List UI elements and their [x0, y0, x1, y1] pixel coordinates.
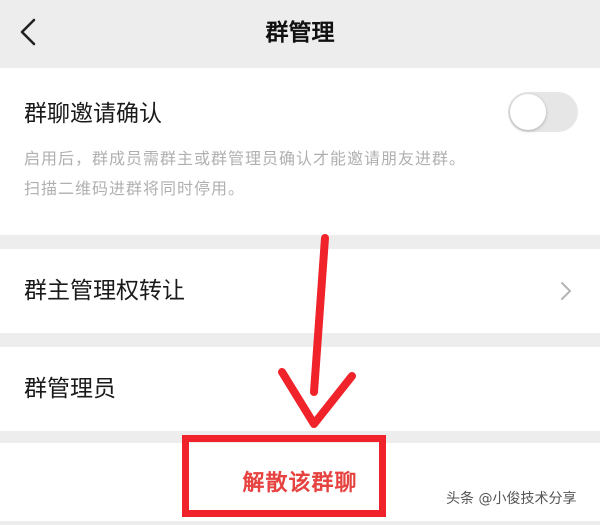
group-admins-label: 群管理员	[24, 376, 116, 402]
invite-confirm-description-line2: 扫描二维码进群将同时停用。	[24, 179, 246, 198]
toggle-knob	[510, 94, 546, 130]
annotation-highlight-box	[182, 435, 386, 517]
page-title: 群管理	[265, 20, 335, 46]
invite-confirm-label: 群聊邀请确认	[24, 101, 162, 127]
annotation-arrow-icon	[270, 232, 370, 442]
chevron-right-icon	[558, 279, 574, 303]
transfer-ownership-label: 群主管理权转让	[24, 278, 185, 304]
navigation-bar: 群管理	[0, 0, 600, 66]
invite-confirm-description-line1: 启用后，群成员需群主或群管理员确认才能邀请朋友进群。	[24, 149, 467, 168]
invite-confirm-section: 群聊邀请确认 启用后，群成员需群主或群管理员确认才能邀请朋友进群。 扫描二维码进…	[0, 68, 600, 235]
invite-confirm-toggle[interactable]	[508, 92, 578, 132]
watermark: 头条 @小俊技术分享	[446, 491, 577, 507]
